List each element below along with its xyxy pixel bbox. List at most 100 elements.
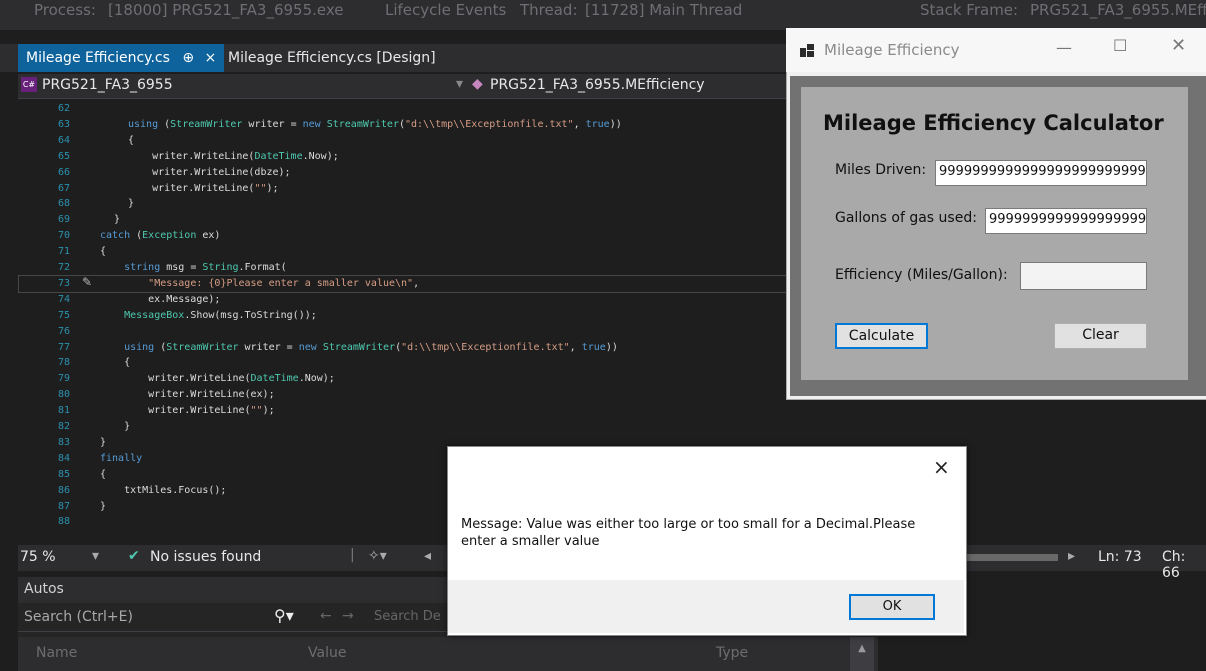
line-number: 74 <box>57 293 70 305</box>
scroll-right-icon[interactable]: ▸ <box>1068 548 1075 564</box>
line-number: 84 <box>57 452 70 464</box>
code-line: } <box>114 214 121 226</box>
code-line: { <box>128 134 135 146</box>
calculator-heading: Mileage Efficiency Calculator <box>823 111 1164 135</box>
app-icon <box>800 43 814 57</box>
class-dropdown[interactable]: PRG521_FA3_6955.MEfficiency <box>490 77 705 93</box>
zoom-dropdown[interactable]: 75 % <box>20 549 56 565</box>
autos-column-headers: Name Value Type ▲ <box>18 637 878 671</box>
code-line: } <box>128 198 135 210</box>
scroll-up-icon[interactable]: ▲ <box>850 637 874 671</box>
line-number: 65 <box>57 150 70 162</box>
code-line: ex.Message); <box>100 293 221 305</box>
autos-search-input[interactable]: Search (Ctrl+E) <box>24 609 274 625</box>
stack-frame-dropdown[interactable]: PRG521_FA3_6955.MEffi <box>1030 1 1206 19</box>
line-number: 76 <box>57 325 70 337</box>
close-icon[interactable]: ✕ <box>1171 35 1186 56</box>
miles-driven-label: Miles Driven: <box>835 162 927 178</box>
line-number: 85 <box>57 468 70 480</box>
code-line: { <box>100 246 107 258</box>
pin-icon[interactable]: ⊕ <box>182 50 194 66</box>
debug-toolbar: Process: [18000] PRG521_FA3_6955.exe Lif… <box>0 0 1206 30</box>
window-title: Mileage Efficiency <box>824 41 960 59</box>
code-line: using (StreamWriter writer = new StreamW… <box>124 341 618 353</box>
code-line: using (StreamWriter writer = new StreamW… <box>128 118 622 130</box>
line-number: 75 <box>57 309 70 321</box>
maximize-icon[interactable]: ☐ <box>1113 36 1127 55</box>
process-dropdown[interactable]: [18000] PRG521_FA3_6955.exe <box>108 1 344 19</box>
ok-button[interactable]: OK <box>849 594 935 620</box>
stack-frame-label: Stack Frame: <box>920 1 1019 19</box>
calculate-button[interactable]: Calculate <box>835 323 928 349</box>
forward-arrow-icon[interactable]: → <box>342 608 354 624</box>
tab-label: Mileage Efficiency.cs <box>26 50 170 66</box>
csharp-project-icon: C# <box>21 77 37 92</box>
line-number: 78 <box>57 357 70 369</box>
code-line: "Message: {0}Please enter a smaller valu… <box>148 277 420 289</box>
chevron-down-icon[interactable]: ▾ <box>456 76 463 92</box>
code-line: string msg = String.Format( <box>124 262 287 273</box>
line-number: 80 <box>57 389 70 401</box>
line-number: 79 <box>57 373 70 385</box>
line-indicator: Ln: 73 <box>1098 549 1142 565</box>
brush-icon[interactable]: ✧▾ <box>368 548 387 564</box>
check-circle-icon: ✔ <box>128 548 140 564</box>
line-number: 63 <box>57 118 70 130</box>
line-number: 86 <box>57 484 70 496</box>
issues-status[interactable]: No issues found <box>150 549 261 565</box>
code-navigation-bar: C# PRG521_FA3_6955 ▾ ◆ PRG521_FA3_6955.M… <box>18 74 838 99</box>
line-number: 87 <box>57 500 70 512</box>
close-icon[interactable]: × <box>933 455 950 479</box>
close-icon[interactable]: × <box>205 50 217 66</box>
efficiency-label: Efficiency (Miles/Gallon): <box>835 267 1008 283</box>
search-icon[interactable]: ⚲▾ <box>274 606 294 625</box>
code-line: writer.WriteLine(dbze); <box>128 166 291 178</box>
line-number: 77 <box>57 341 70 353</box>
project-dropdown[interactable]: PRG521_FA3_6955 <box>42 77 173 93</box>
autos-title: Autos <box>24 581 64 597</box>
code-line: } <box>100 436 107 448</box>
clear-button[interactable]: Clear <box>1054 323 1147 349</box>
divider: | <box>350 547 355 563</box>
horizontal-scrollbar[interactable] <box>966 554 1058 561</box>
line-number: 81 <box>57 405 70 417</box>
calculator-panel: Mileage Efficiency Calculator Miles Driv… <box>801 87 1188 380</box>
window-titlebar[interactable]: Mileage Efficiency — ☐ ✕ <box>786 28 1206 72</box>
miles-driven-input[interactable]: 99999999999999999999999999999 <box>935 160 1147 186</box>
thread-dropdown[interactable]: [11728] Main Thread <box>585 1 742 19</box>
code-line: } <box>100 500 107 512</box>
line-number: 71 <box>57 246 70 258</box>
line-number: 73 <box>57 277 70 289</box>
minimize-icon[interactable]: — <box>1056 38 1072 57</box>
efficiency-output[interactable] <box>1020 262 1147 290</box>
code-line: txtMiles.Focus(); <box>100 484 227 496</box>
line-number: 67 <box>57 182 70 194</box>
scroll-left-icon[interactable]: ◂ <box>424 548 431 564</box>
column-name[interactable]: Name <box>36 645 77 661</box>
lifecycle-events-button[interactable]: Lifecycle Events <box>385 1 506 19</box>
tab-mileage-efficiency-design[interactable]: Mileage Efficiency.cs [Design] <box>228 44 436 72</box>
code-line: writer.WriteLine(""); <box>128 182 279 194</box>
code-line: { <box>100 468 107 480</box>
search-depth-label[interactable]: Search De <box>374 609 441 624</box>
class-icon: ◆ <box>472 76 483 92</box>
code-line: writer.WriteLine(""); <box>100 405 275 417</box>
code-line: catch (Exception ex) <box>100 230 221 242</box>
line-number: 82 <box>57 421 70 432</box>
gallons-used-label: Gallons of gas used: <box>835 210 977 226</box>
column-type[interactable]: Type <box>716 645 748 661</box>
tab-mileage-efficiency-cs[interactable]: Mileage Efficiency.cs ⊕ × <box>18 44 225 72</box>
line-number: 66 <box>57 166 70 178</box>
column-value[interactable]: Value <box>308 645 346 661</box>
back-arrow-icon[interactable]: ← <box>320 608 332 624</box>
line-number: 62 <box>57 103 70 114</box>
pencil-icon: ✎ <box>82 275 93 289</box>
chevron-down-icon[interactable]: ▾ <box>92 548 99 564</box>
line-number: 88 <box>57 516 70 528</box>
gallons-used-input[interactable]: 99999999999999999999 <box>985 208 1147 234</box>
line-number: 70 <box>57 230 70 242</box>
code-line: writer.WriteLine(DateTime.Now); <box>100 373 335 385</box>
code-line: } <box>100 421 131 432</box>
thread-label: Thread: <box>520 1 578 19</box>
line-number: 72 <box>57 262 70 273</box>
